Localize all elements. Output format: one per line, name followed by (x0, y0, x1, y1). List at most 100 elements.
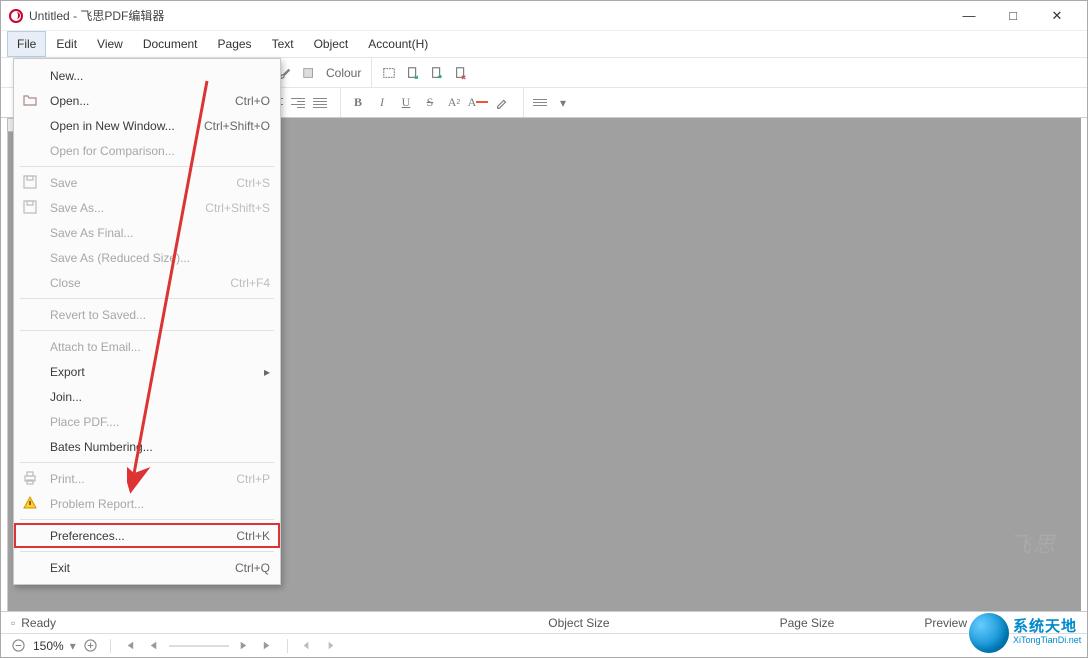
folder-icon (22, 92, 38, 108)
nav-forward-icon[interactable] (322, 637, 340, 655)
app-logo-icon (9, 9, 23, 23)
italic-icon[interactable]: I (371, 92, 393, 114)
menubar: File Edit View Document Pages Text Objec… (1, 31, 1087, 58)
menu-item-export[interactable]: Export▸ (14, 359, 280, 384)
menu-item-preferences[interactable]: Preferences... Ctrl+K (14, 523, 280, 548)
menu-item-close: Close Ctrl+F4 (14, 270, 280, 295)
menu-edit[interactable]: Edit (46, 31, 87, 57)
page-scrubber[interactable] (169, 645, 229, 647)
last-page-icon[interactable] (259, 637, 277, 655)
menu-item-label: Save (50, 176, 77, 190)
strike-icon[interactable]: S (419, 92, 441, 114)
menu-view[interactable]: View (87, 31, 133, 57)
menu-item-label: Export (50, 365, 85, 379)
align-justify-icon[interactable] (310, 93, 330, 113)
menu-object[interactable]: Object (304, 31, 359, 57)
menu-item-shortcut: Ctrl+S (236, 176, 270, 190)
menu-separator (20, 519, 274, 520)
colour-swatch-icon[interactable] (298, 62, 320, 84)
menu-text[interactable]: Text (262, 31, 304, 57)
doc-add-icon[interactable] (402, 62, 424, 84)
menu-item-label: Attach to Email... (50, 340, 141, 354)
superscript-icon[interactable]: A2 (443, 92, 465, 114)
status-preview: Preview (924, 616, 967, 630)
status-ready: Ready (21, 616, 56, 630)
menu-item-shortcut: Ctrl+Shift+O (204, 119, 270, 133)
underline-icon[interactable]: U (395, 92, 417, 114)
menu-item-shortcut: Ctrl+F4 (230, 276, 270, 290)
zoom-in-icon[interactable] (82, 637, 100, 655)
minimize-button[interactable]: — (947, 1, 991, 31)
menu-item-label: Save As... (50, 201, 104, 215)
menu-pages[interactable]: Pages (208, 31, 262, 57)
doc-remove-icon[interactable] (450, 62, 472, 84)
menu-item-open[interactable]: Open... Ctrl+O (14, 88, 280, 113)
status-page-size: Page Size (780, 616, 835, 630)
menu-item-shortcut: Ctrl+Q (235, 561, 270, 575)
bottombar: 150% ▾ (1, 633, 1087, 657)
zoom-dropdown-icon[interactable]: ▾ (70, 639, 76, 653)
menu-item-new[interactable]: New... (14, 63, 280, 88)
next-page-icon[interactable] (235, 637, 253, 655)
menu-item-label: Preferences... (50, 529, 125, 543)
menu-file[interactable]: File (7, 31, 46, 57)
menu-item-label: Join... (50, 390, 82, 404)
menu-item-save: Save Ctrl+S (14, 170, 280, 195)
file-dropdown-menu: New... Open... Ctrl+O Open in New Window.… (13, 58, 281, 585)
menu-item-shortcut: Ctrl+O (235, 94, 270, 108)
menu-separator (20, 166, 274, 167)
zoom-out-icon[interactable] (9, 637, 27, 655)
menu-item-problem-report: Problem Report... (14, 491, 280, 516)
vertical-ruler (7, 118, 8, 611)
menu-item-open-new-window[interactable]: Open in New Window...Ctrl+Shift+O (14, 113, 280, 138)
menu-item-shortcut: Ctrl+K (236, 529, 270, 543)
menu-item-label: Close (50, 276, 81, 290)
menu-item-shortcut: Ctrl+Shift+S (205, 201, 270, 215)
menu-account[interactable]: Account(H) (358, 31, 438, 57)
status-object-size: Object Size (548, 616, 609, 630)
menu-item-bates[interactable]: Bates Numbering... (14, 434, 280, 459)
menu-item-attach-email: Attach to Email... (14, 334, 280, 359)
bold-icon[interactable]: B (347, 92, 369, 114)
save-icon (22, 174, 38, 190)
highlight-icon[interactable] (491, 92, 513, 114)
menu-item-label: New... (50, 69, 83, 83)
menu-item-label: Problem Report... (50, 497, 144, 511)
nav-back-icon[interactable] (298, 637, 316, 655)
menu-item-open-comparison: Open for Comparison... (14, 138, 280, 163)
menu-item-place-pdf: Place PDF.... (14, 409, 280, 434)
save-icon (22, 199, 38, 215)
doc-next-icon[interactable] (426, 62, 448, 84)
menu-separator (20, 462, 274, 463)
maximize-button[interactable]: □ (991, 1, 1035, 31)
first-page-icon[interactable] (121, 637, 139, 655)
menu-item-print: Print...Ctrl+P (14, 466, 280, 491)
statusbar: ▫ Ready Object Size Page Size Preview (1, 611, 1087, 633)
menu-item-label: Save As Final... (50, 226, 133, 240)
select-rect-icon[interactable] (378, 62, 400, 84)
menu-item-label: Open... (50, 94, 89, 108)
menu-document[interactable]: Document (133, 31, 208, 57)
font-color-icon[interactable]: A (467, 92, 489, 114)
dropdown-caret-icon[interactable]: ▾ (552, 92, 574, 114)
menu-separator (20, 298, 274, 299)
line-spacing-icon[interactable] (530, 93, 550, 113)
menu-item-save-final: Save As Final... (14, 220, 280, 245)
titlebar: Untitled - 飞思PDF编辑器 — □ ✕ (1, 1, 1087, 31)
menu-item-label: Open for Comparison... (50, 144, 175, 158)
align-right-icon[interactable] (288, 93, 308, 113)
menu-item-save-as: Save As... Ctrl+Shift+S (14, 195, 280, 220)
menu-item-join[interactable]: Join... (14, 384, 280, 409)
menu-item-revert: Revert to Saved... (14, 302, 280, 327)
window-title: Untitled - 飞思PDF编辑器 (29, 7, 164, 24)
zoom-value[interactable]: 150% (33, 639, 64, 653)
menu-item-exit[interactable]: Exit Ctrl+Q (14, 555, 280, 580)
menu-item-label: Exit (50, 561, 70, 575)
menu-item-label: Print... (50, 472, 85, 486)
background-watermark-text: 飞思 (1009, 527, 1057, 559)
menu-item-label: Bates Numbering... (50, 440, 153, 454)
warning-icon (22, 495, 38, 511)
colour-label: Colour (326, 66, 361, 80)
prev-page-icon[interactable] (145, 637, 163, 655)
close-button[interactable]: ✕ (1035, 1, 1079, 31)
